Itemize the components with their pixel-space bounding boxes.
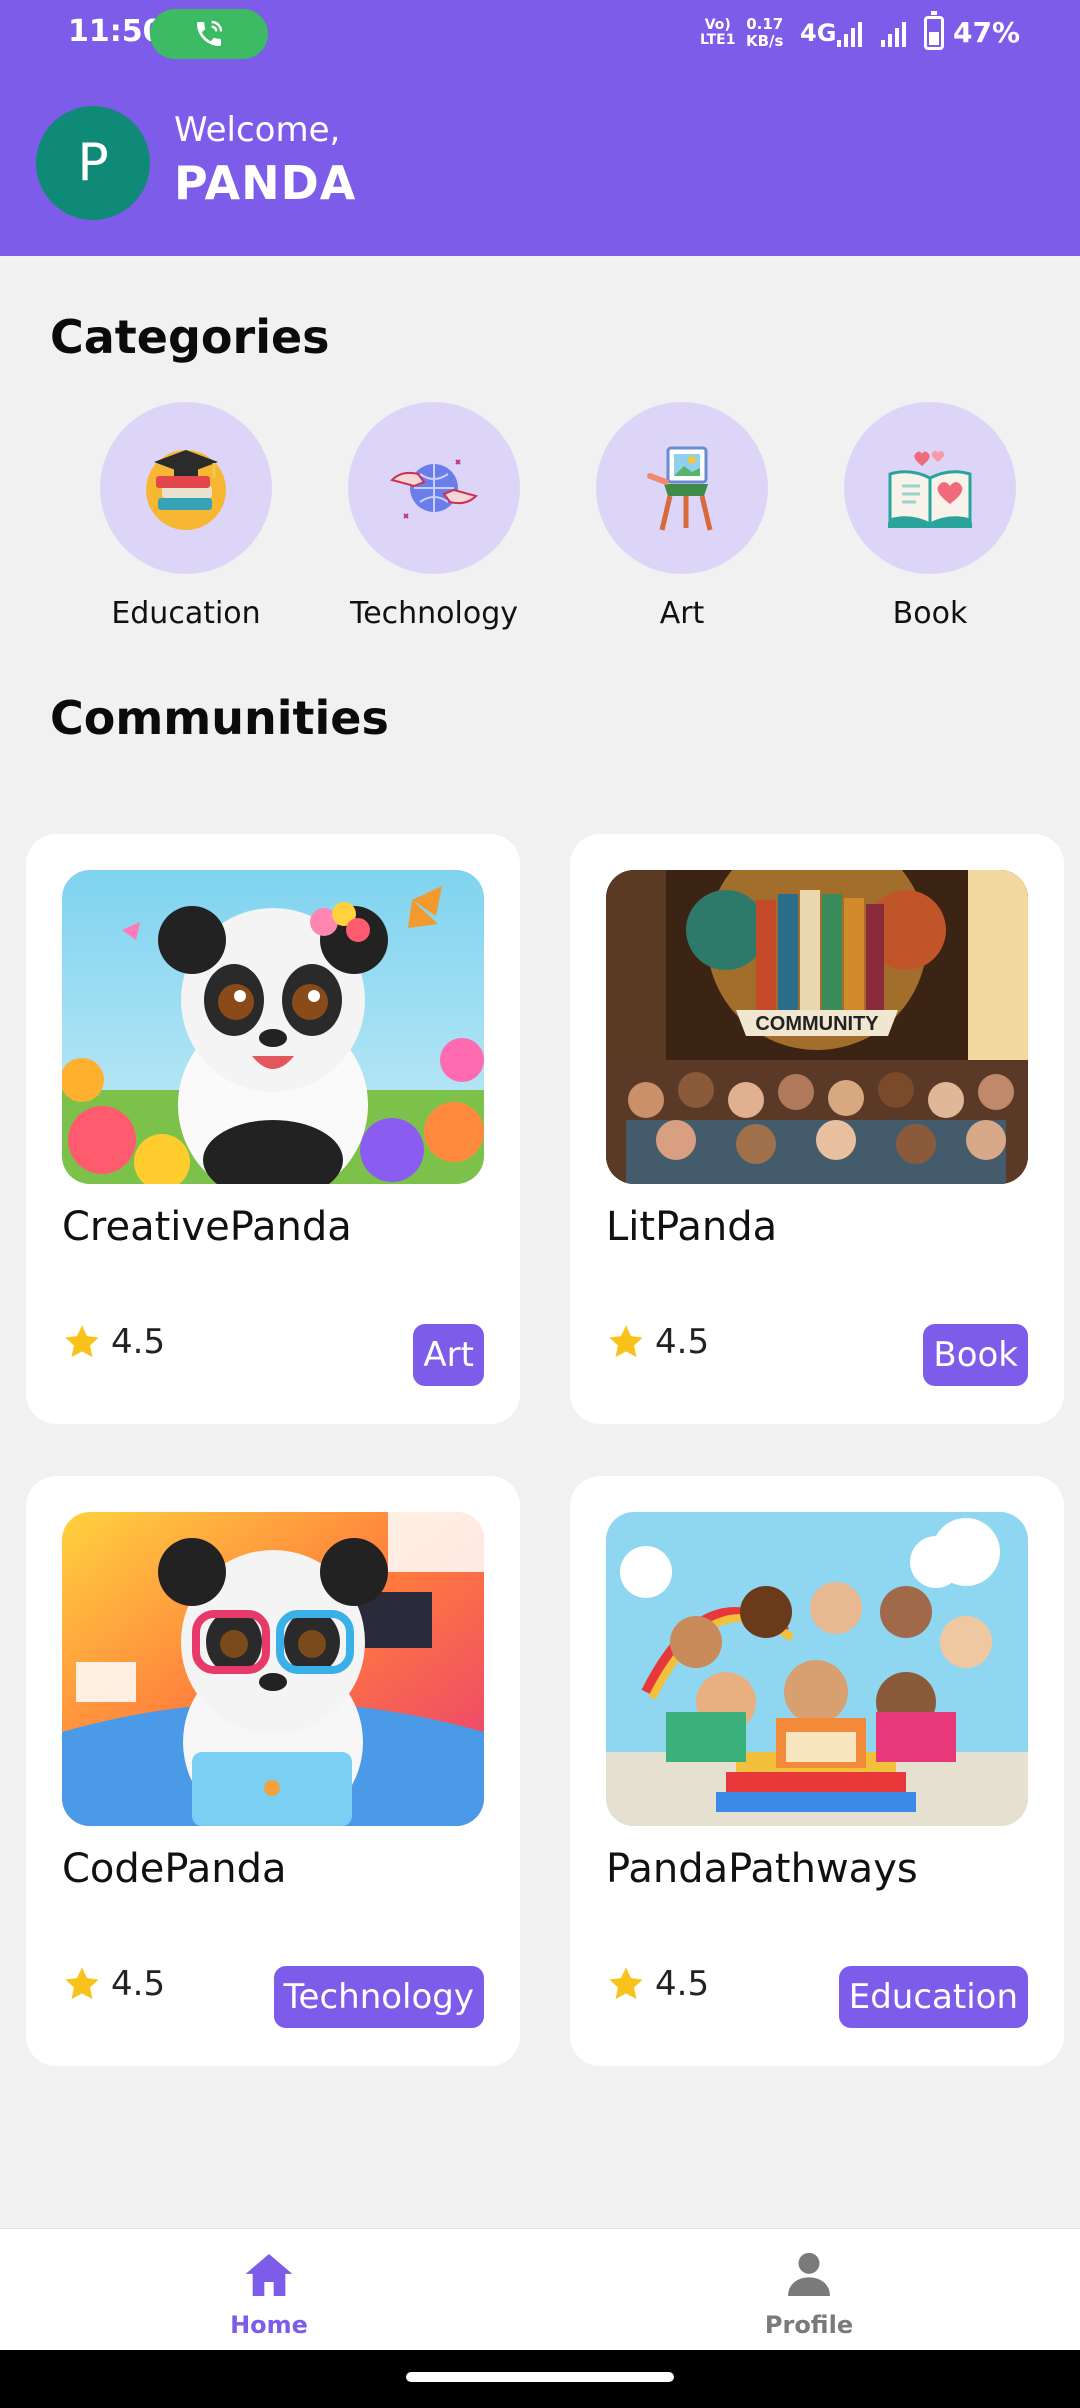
community-card-creativepanda[interactable]: CreativePanda 4.5 Art — [26, 834, 520, 1424]
app-header: 11:50 Vo) LTE1 0.17 KB/s 4G 47% P Welcom… — [0, 0, 1080, 256]
signal-strength-icon — [881, 22, 906, 47]
category-tag[interactable]: Education — [838, 1966, 1028, 2028]
star-icon — [609, 1325, 643, 1358]
kids-reading-image — [606, 1512, 1028, 1826]
volte-indicator: Vo) LTE1 — [700, 17, 736, 48]
avatar[interactable]: P — [36, 106, 150, 220]
category-tag[interactable]: Book — [923, 1324, 1028, 1386]
nav-profile[interactable]: Profile — [709, 2247, 909, 2339]
star-icon — [609, 1967, 643, 2000]
battery-icon — [924, 11, 944, 50]
nav-home-label: Home — [230, 2311, 308, 2339]
categories-heading: Categories — [50, 310, 330, 364]
home-gesture-handle[interactable] — [406, 2372, 674, 2382]
community-card-pandapathways[interactable]: PandaPathways 4.5 Education — [570, 1476, 1064, 2066]
category-label: Education — [111, 596, 261, 631]
communities-heading: Communities — [50, 691, 389, 745]
ongoing-call-indicator[interactable] — [150, 9, 268, 59]
bottom-navigation: Home Profile — [0, 2228, 1080, 2350]
community-name: CodePanda — [62, 1846, 287, 1892]
category-book[interactable]: Book — [844, 402, 1016, 631]
phone-call-icon — [197, 20, 223, 46]
person-icon — [788, 2252, 830, 2296]
easel-icon — [647, 446, 713, 531]
panda-flowers-image — [62, 870, 484, 1184]
category-art[interactable]: Art — [596, 402, 768, 631]
star-icon — [65, 1967, 99, 2000]
community-rating: 4.5 — [655, 1322, 710, 1362]
home-icon — [245, 2254, 293, 2296]
category-label: Technology — [349, 596, 519, 631]
community-rating: 4.5 — [111, 1322, 166, 1362]
category-technology[interactable]: Technology — [348, 402, 520, 631]
open-book-hearts-icon — [888, 450, 972, 528]
community-rating: 4.5 — [655, 1964, 710, 2004]
network-type: 4G — [800, 19, 837, 47]
nav-home[interactable]: Home — [169, 2247, 369, 2339]
welcome-text: Welcome, — [174, 110, 341, 150]
community-name: CreativePanda — [62, 1204, 352, 1250]
battery-percent: 47% — [953, 16, 1021, 49]
nav-profile-label: Profile — [764, 2311, 854, 2339]
star-icon — [65, 1325, 99, 1358]
panda-laptop-image — [62, 1512, 484, 1826]
community-name: LitPanda — [606, 1204, 778, 1250]
svg-text:COMMUNITY: COMMUNITY — [755, 1013, 879, 1035]
signal-strength-icon — [837, 22, 862, 47]
library-community-image: COMMUNITY — [606, 870, 1028, 1184]
username: PANDA — [174, 156, 357, 210]
gesture-navigation-bar — [0, 2350, 1080, 2408]
category-tag[interactable]: Art — [413, 1324, 484, 1386]
community-card-codepanda[interactable]: CodePanda 4.5 Technology — [26, 1476, 520, 2066]
category-education[interactable]: Education — [100, 402, 272, 631]
category-label: Book — [892, 596, 968, 631]
globe-hands-icon — [390, 459, 478, 519]
category-label: Art — [659, 596, 705, 631]
network-speed: 0.17 KB/s — [746, 15, 784, 50]
community-card-litpanda[interactable]: COMMUNITY LitPanda 4.5 Book — [570, 834, 1064, 1424]
category-tag[interactable]: Technology — [273, 1966, 484, 2028]
status-bar: 11:50 Vo) LTE1 0.17 KB/s 4G 47% — [0, 0, 1080, 68]
community-name: PandaPathways — [606, 1846, 918, 1892]
graduation-books-icon — [146, 450, 226, 530]
community-rating: 4.5 — [111, 1964, 166, 2004]
